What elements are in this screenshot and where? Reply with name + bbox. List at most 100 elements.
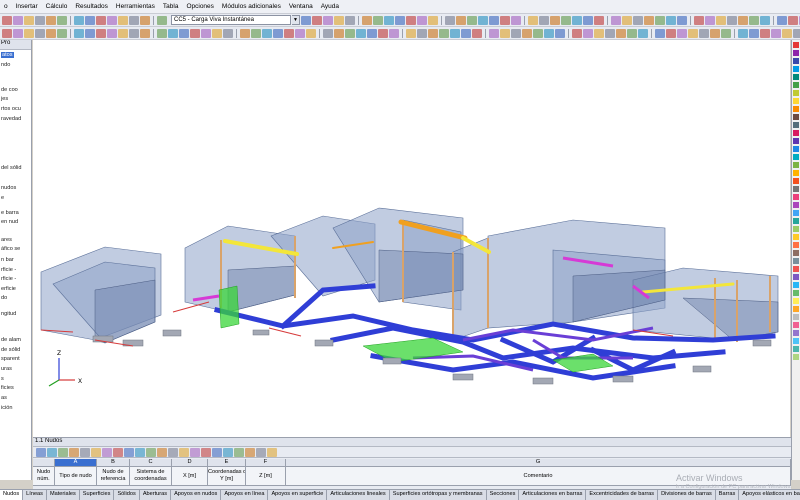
table-toolbar-button-icon[interactable]: [212, 447, 222, 457]
toolbar-button-icon[interactable]: [605, 28, 615, 38]
table-tab[interactable]: Aberturas: [140, 490, 172, 500]
toolbar-button-icon[interactable]: [13, 15, 23, 25]
color-swatch[interactable]: [793, 210, 799, 216]
color-swatch[interactable]: [793, 338, 799, 344]
toolbar-button-icon[interactable]: [107, 28, 117, 38]
color-swatch[interactable]: [793, 170, 799, 176]
navigator-item[interactable]: áfico se: [1, 246, 20, 252]
menu-item-help[interactable]: Ayuda: [317, 3, 343, 10]
toolbar-button-icon[interactable]: [522, 28, 532, 38]
navigator-item[interactable]: ares: [1, 237, 12, 243]
column-letter[interactable]: E: [208, 459, 246, 467]
toolbar-button-icon[interactable]: [749, 28, 759, 38]
table-tab[interactable]: Sólidos: [114, 490, 140, 500]
toolbar-button-icon[interactable]: [362, 15, 372, 25]
menu-item-table[interactable]: Tabla: [159, 3, 183, 10]
toolbar-button-icon[interactable]: [428, 15, 438, 25]
table-tab[interactable]: Apoyos en superficie: [268, 490, 328, 500]
toolbar-button-icon[interactable]: [561, 15, 571, 25]
toolbar-button-icon[interactable]: [118, 28, 128, 38]
navigator-item[interactable]: rficie -: [1, 276, 16, 282]
toolbar-button-icon[interactable]: [633, 15, 643, 25]
toolbar-button-icon[interactable]: [461, 28, 471, 38]
color-swatch[interactable]: [793, 314, 799, 320]
toolbar-button-icon[interactable]: [168, 28, 178, 38]
toolbar-button-icon[interactable]: [201, 28, 211, 38]
toolbar-button-icon[interactable]: [583, 15, 593, 25]
toolbar-button-icon[interactable]: [533, 28, 543, 38]
column-letter[interactable]: A: [55, 459, 97, 467]
navigator-item[interactable]: ndo: [1, 62, 10, 68]
toolbar-button-icon[interactable]: [771, 28, 781, 38]
toolbar-button-icon[interactable]: [157, 28, 167, 38]
toolbar-button-icon[interactable]: [212, 28, 222, 38]
toolbar-button-icon[interactable]: [439, 28, 449, 38]
toolbar-button-icon[interactable]: [334, 15, 344, 25]
table-tab[interactable]: Articulaciones en barras: [519, 490, 587, 500]
table-toolbar-button-icon[interactable]: [102, 447, 112, 457]
toolbar-button-icon[interactable]: [616, 28, 626, 38]
table-tab[interactable]: Apoyos en nudos: [171, 490, 222, 500]
toolbar-button-icon[interactable]: [749, 15, 759, 25]
table-toolbar-button-icon[interactable]: [58, 447, 68, 457]
column-letter[interactable]: C: [130, 459, 172, 467]
toolbar-button-icon[interactable]: [489, 28, 499, 38]
color-swatch[interactable]: [793, 162, 799, 168]
toolbar-button-icon[interactable]: [467, 15, 477, 25]
table-toolbar-button-icon[interactable]: [124, 447, 134, 457]
color-swatch[interactable]: [793, 58, 799, 64]
toolbar-button-icon[interactable]: [35, 28, 45, 38]
toolbar-button-icon[interactable]: [157, 15, 167, 25]
toolbar-button-icon[interactable]: [96, 15, 106, 25]
color-swatch[interactable]: [793, 98, 799, 104]
toolbar-button-icon[interactable]: [489, 15, 499, 25]
color-swatch[interactable]: [793, 106, 799, 112]
table-tab[interactable]: Articulaciones lineales: [327, 490, 390, 500]
table-tab[interactable]: Excentricidades de barras: [586, 490, 659, 500]
toolbar-button-icon[interactable]: [666, 28, 676, 38]
toolbar-button-icon[interactable]: [57, 15, 67, 25]
toolbar-button-icon[interactable]: [710, 28, 720, 38]
toolbar-button-icon[interactable]: [323, 28, 333, 38]
menu-item-insert[interactable]: Insertar: [12, 3, 42, 10]
toolbar-button-icon[interactable]: [140, 15, 150, 25]
toolbar-button-icon[interactable]: [323, 15, 333, 25]
toolbar-button-icon[interactable]: [555, 28, 565, 38]
navigator-item[interactable]: as: [1, 395, 7, 401]
toolbar-button-icon[interactable]: [528, 15, 538, 25]
toolbar-button-icon[interactable]: [306, 28, 316, 38]
table-toolbar-button-icon[interactable]: [223, 447, 233, 457]
menu-item-window[interactable]: Ventana: [285, 3, 317, 10]
navigator-item[interactable]: de alam: [1, 337, 21, 343]
toolbar-button-icon[interactable]: [677, 28, 687, 38]
color-swatch[interactable]: [793, 186, 799, 192]
menu-item-tools[interactable]: Herramientas: [112, 3, 159, 10]
toolbar-button-icon[interactable]: [179, 28, 189, 38]
navigator-item[interactable]: rficie -: [1, 267, 16, 273]
table-toolbar-button-icon[interactable]: [201, 447, 211, 457]
color-swatch[interactable]: [793, 66, 799, 72]
toolbar-button-icon[interactable]: [627, 28, 637, 38]
table-toolbar-button-icon[interactable]: [47, 447, 57, 457]
menu-item-addon-modules[interactable]: Módulos adicionales: [218, 3, 285, 10]
color-swatch[interactable]: [793, 130, 799, 136]
table-toolbar-button-icon[interactable]: [91, 447, 101, 457]
navigator-item[interactable]: jes: [1, 96, 8, 102]
navigator-item[interactable]: de sólid: [1, 347, 20, 353]
toolbar-button-icon[interactable]: [472, 28, 482, 38]
toolbar-button-icon[interactable]: [24, 15, 34, 25]
toolbar-button-icon[interactable]: [367, 28, 377, 38]
color-swatch[interactable]: [793, 282, 799, 288]
toolbar-button-icon[interactable]: [74, 15, 84, 25]
toolbar-button-icon[interactable]: [273, 28, 283, 38]
navigator-item[interactable]: n bar: [1, 257, 14, 263]
color-swatch[interactable]: [793, 82, 799, 88]
color-swatch[interactable]: [793, 298, 799, 304]
table-tab[interactable]: Superficies ortótropas y membranas: [390, 490, 487, 500]
table-toolbar-button-icon[interactable]: [267, 447, 277, 457]
toolbar-button-icon[interactable]: [251, 28, 261, 38]
table-toolbar-button-icon[interactable]: [36, 447, 46, 457]
color-swatch[interactable]: [793, 90, 799, 96]
toolbar-button-icon[interactable]: [594, 15, 604, 25]
toolbar-button-icon[interactable]: [96, 28, 106, 38]
